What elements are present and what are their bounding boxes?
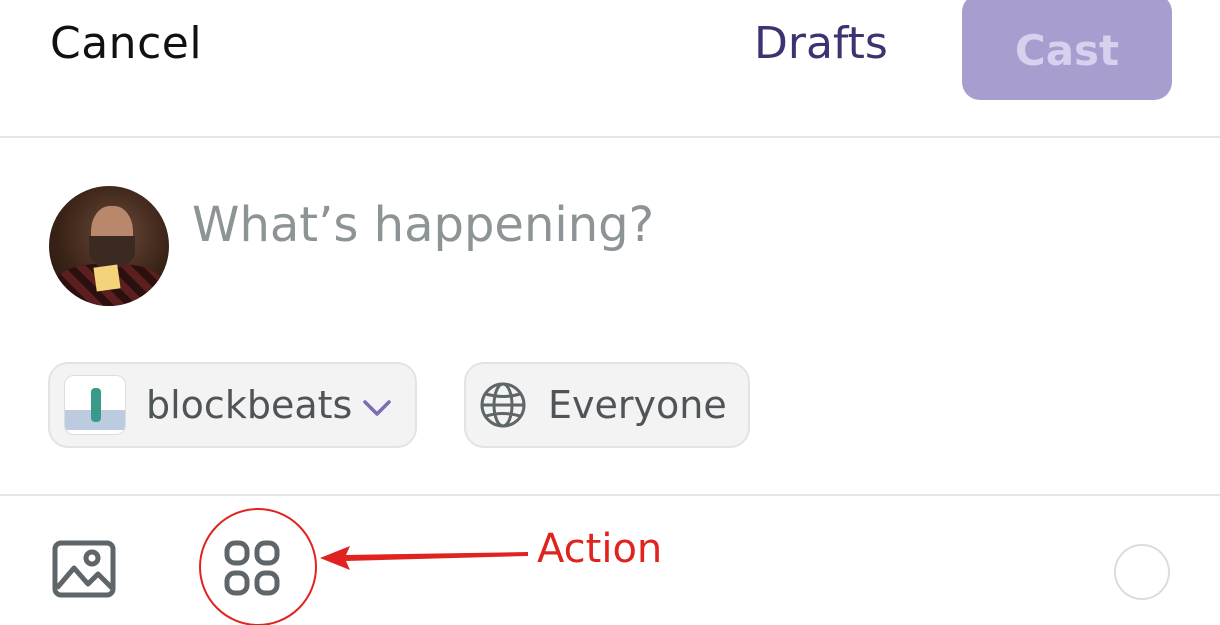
composer-toolbar: Action (0, 494, 1220, 625)
character-count-ring (1114, 544, 1170, 600)
cast-button[interactable]: Cast (962, 0, 1172, 100)
annotation-arrow-icon (320, 546, 528, 570)
channel-label: blockbeats (146, 383, 353, 427)
channel-icon (64, 375, 126, 435)
image-icon[interactable] (52, 540, 116, 598)
apps-grid-icon[interactable] (224, 540, 280, 596)
post-input[interactable] (192, 190, 1092, 260)
drafts-button[interactable]: Drafts (754, 18, 888, 69)
audience-selector[interactable]: Everyone (464, 362, 750, 448)
audience-label: Everyone (548, 383, 727, 427)
cancel-button[interactable]: Cancel (50, 18, 202, 69)
composer-header: Cancel Drafts Cast (0, 0, 1220, 138)
globe-icon (480, 382, 526, 428)
avatar[interactable] (49, 186, 169, 306)
channel-selector[interactable]: blockbeats (48, 362, 417, 448)
annotation-action-label: Action (537, 526, 663, 572)
chevron-down-icon (363, 400, 392, 416)
